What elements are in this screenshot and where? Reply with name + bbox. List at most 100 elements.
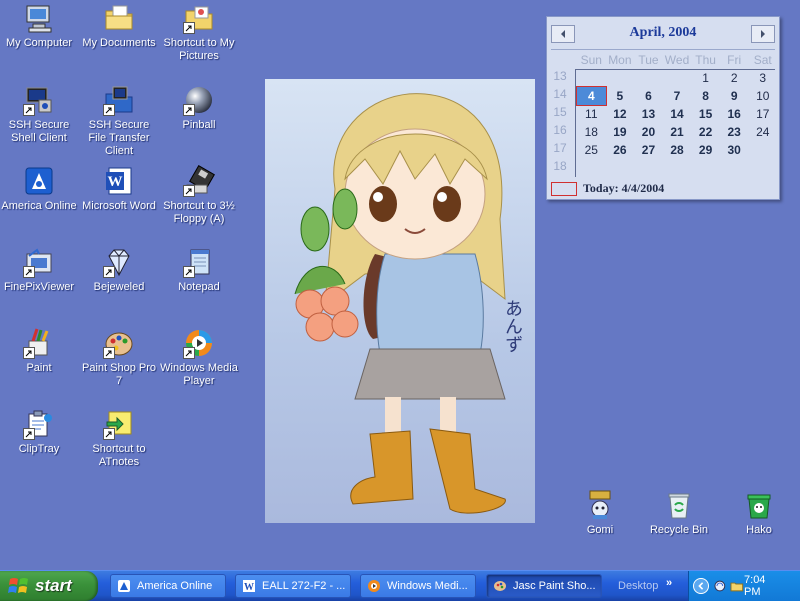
calendar-widget[interactable]: April, 2004 13 14 15 16 17 18 Sun Mon Tue Wed Thu… [546,16,780,200]
system-tray: 7:04 PM [688,571,800,601]
calendar-day[interactable]: 1 [691,69,720,87]
calendar-day[interactable]: 8 [691,87,720,105]
taskbar-button-label: Windows Medi... [387,580,468,592]
calendar-divider [551,49,775,50]
taskbar-button-word-document[interactable]: W EALL 272-F2 - ... [235,574,351,598]
clock[interactable]: 7:04 PM [744,574,784,598]
calendar-day[interactable]: 30 [720,141,749,159]
icon-label: Bejeweled [93,281,145,293]
shortcut-arrow-icon [23,266,35,278]
calendar-day[interactable]: 12 [606,105,635,123]
calendar-day[interactable]: 20 [634,123,663,141]
icon-label: Pinball [182,119,216,131]
calendar-day[interactable]: 24 [748,123,777,141]
calendar-day[interactable]: 18 [577,123,606,141]
calendar-day[interactable]: 19 [606,123,635,141]
toolbar-chevron-button[interactable]: » [666,577,672,589]
calendar-today-row[interactable]: Today: 4/4/2004 [551,181,664,196]
calendar-day[interactable]: 25 [577,141,606,159]
week-number: 14 [553,87,567,101]
calendar-day[interactable]: 28 [663,141,692,159]
desktop-icon-cliptray[interactable]: ClipTray [0,408,78,480]
calendar-day[interactable]: 14 [663,105,692,123]
desktop-icon-ssh-file-transfer[interactable]: SSH Secure File Transfer Client [80,84,158,157]
calendar-day[interactable]: 16 [720,105,749,123]
desktop-icon-bejeweled[interactable]: Bejeweled [80,246,158,318]
shortcut-arrow-icon [183,104,195,116]
desktop-toolbar[interactable]: Desktop [608,571,684,601]
aol-icon [23,165,55,197]
svg-text:W: W [244,582,254,593]
folder-tray-icon[interactable] [730,579,744,593]
calendar-divider [575,69,576,177]
calendar-day[interactable]: 3 [748,69,777,87]
calendar-day[interactable]: 26 [606,141,635,159]
wallpaper-caption: あんず [502,299,523,353]
calendar-title: April, 2004 [629,25,697,40]
taskbar-button-america-online[interactable]: America Online [110,574,226,598]
calendar-day[interactable]: 2 [720,69,749,87]
network-icon[interactable] [713,579,727,593]
desktop-icon-america-online[interactable]: America Online [0,165,78,237]
calendar-day[interactable]: 17 [748,105,777,123]
calendar-day[interactable]: 11 [577,105,606,123]
desktop-icon-atnotes[interactable]: Shortcut to ATnotes [80,408,158,480]
desktop-icon-microsoft-word[interactable]: W Microsoft Word [80,165,158,237]
desktop-icon-paint[interactable]: Paint [0,327,78,399]
week-number: 18 [553,159,567,173]
desktop-icon-ssh-shell[interactable]: SSH Secure Shell Client [0,84,78,156]
calendar-day[interactable]: 15 [691,105,720,123]
calendar-day[interactable]: 6 [634,87,663,105]
desktop-icon-windows-media-player[interactable]: Windows Media Player [160,327,238,399]
word-icon: W [243,580,255,593]
calendar-today-label: Today: 4/4/2004 [583,181,665,195]
icon-label: Gomi [586,524,614,536]
shortcut-arrow-icon [103,104,115,116]
weekday-header: Wed [664,53,690,67]
calendar-days: 1 2 3 4 5 6 7 8 9 10 11 12 13 14 15 16 17 18 19 20 21 22 23 24 2… [576,69,777,159]
svg-text:W: W [108,174,123,190]
desktop-icon-hako[interactable]: Hako [720,489,798,561]
desktop-icon-paint-shop-pro[interactable]: Paint Shop Pro 7 [80,327,158,399]
ssh-file-transfer-icon [103,84,135,116]
desktop-icon-my-computer[interactable]: My Computer [0,2,78,74]
taskbar-button-label: Jasc Paint Sho... [513,580,596,592]
calendar-day[interactable]: 13 [634,105,663,123]
desktop-icon-pinball[interactable]: Pinball [160,84,238,156]
desktop-icon-notepad[interactable]: Notepad [160,246,238,318]
calendar-day[interactable]: 4 [576,86,607,106]
calendar-day[interactable]: 21 [663,123,692,141]
start-button[interactable]: start [0,571,98,601]
desktop-icon-floppy[interactable]: Shortcut to 3½ Floppy (A) [160,165,238,237]
atnotes-icon [103,408,135,440]
icon-label: My Documents [82,37,156,49]
desktop-icon-gomi[interactable]: Gomi [561,489,639,561]
calendar-day[interactable]: 10 [748,87,777,105]
taskbar-button-label: EALL 272-F2 - ... [262,580,346,592]
desktop-icon-my-pictures[interactable]: Shortcut to My Pictures [160,2,238,74]
calendar-empty-day [748,141,777,159]
desktop-icon-recycle-bin[interactable]: Recycle Bin [640,489,718,561]
taskbar-button-label: America Online [137,580,213,592]
finepix-icon [23,246,55,278]
desktop-icon-my-documents[interactable]: My Documents [80,2,158,74]
icon-label: Paint [26,362,52,374]
calendar-next-button[interactable] [751,25,775,43]
calendar-day[interactable]: 7 [663,87,692,105]
calendar-day[interactable]: 27 [634,141,663,159]
taskbar-button-windows-media[interactable]: Windows Medi... [360,574,476,598]
calendar-day[interactable]: 23 [720,123,749,141]
windows-flag-icon [8,575,30,598]
calendar-day[interactable]: 29 [691,141,720,159]
calendar-empty-day [663,69,692,87]
tray-expand-button[interactable] [693,578,709,594]
calendar-day[interactable]: 5 [606,87,635,105]
calendar-grid: Sun Mon Tue Wed Thu Fri Sat 1 2 3 4 5 6 7 8 9 10 11 12 13 1… [576,51,777,159]
taskbar-button-jasc-paint-shop[interactable]: Jasc Paint Sho... [486,574,602,598]
calendar-day[interactable]: 22 [691,123,720,141]
notepad-icon [183,246,215,278]
my-pictures-icon [183,2,215,34]
icon-label: Paint Shop Pro 7 [82,362,156,387]
calendar-day[interactable]: 9 [720,87,749,105]
desktop-icon-finepixviewer[interactable]: FinePixViewer [0,246,78,318]
